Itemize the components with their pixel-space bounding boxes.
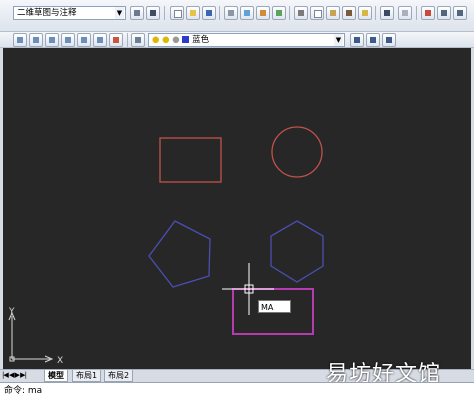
- layer-properties-icon[interactable]: [13, 33, 27, 47]
- layer-name: 蓝色: [192, 35, 210, 45]
- plot-preview-icon[interactable]: [240, 6, 254, 20]
- zoom-realtime-icon[interactable]: [437, 6, 451, 20]
- cut-icon[interactable]: [294, 6, 308, 20]
- tab-nav-buttons[interactable]: |◀ ◀ ▶ ▶|: [2, 371, 27, 379]
- canvas-drawing: Y X: [8, 126, 324, 366]
- tab-layout2-label: 布局2: [108, 371, 130, 380]
- toolbar-divider: [219, 6, 220, 20]
- match-properties-icon[interactable]: [342, 6, 356, 20]
- tab-model[interactable]: 模型: [44, 370, 68, 382]
- layer-isolate-icon[interactable]: [61, 33, 75, 47]
- layers-toolbar: ● ● ● 蓝色 ▼: [0, 32, 474, 48]
- undo-icon[interactable]: [380, 6, 394, 20]
- dynamic-input-box[interactable]: MA: [258, 300, 291, 313]
- workspace-settings-icon[interactable]: [130, 6, 144, 20]
- publish-icon[interactable]: [256, 6, 270, 20]
- layer-manager-icon[interactable]: [131, 33, 145, 47]
- layer-match-icon[interactable]: [366, 33, 380, 47]
- drawing-canvas[interactable]: Y X: [3, 48, 471, 369]
- new-file-icon[interactable]: [170, 6, 184, 20]
- chevron-down-icon: ▼: [334, 34, 343, 46]
- paste-icon[interactable]: [326, 6, 340, 20]
- rectangle-shape[interactable]: [159, 137, 222, 183]
- toolbar-divider: [127, 33, 128, 47]
- layer-walk-icon[interactable]: [77, 33, 91, 47]
- command-line[interactable]: 命令: ma: [0, 382, 474, 401]
- toolbar-divider: [164, 6, 165, 20]
- tab-layout1[interactable]: 布局1: [72, 370, 102, 382]
- zoom-window-icon[interactable]: [453, 6, 467, 20]
- tab-model-label: 模型: [48, 371, 64, 380]
- pan-icon[interactable]: [421, 6, 435, 20]
- tab-layout1-label: 布局1: [76, 371, 98, 380]
- redo-icon[interactable]: [398, 6, 412, 20]
- chevron-down-icon: ▼: [115, 7, 124, 19]
- save-icon[interactable]: [202, 6, 216, 20]
- 3d-dwf-icon[interactable]: [272, 6, 286, 20]
- hexagon-shape[interactable]: [270, 220, 324, 283]
- sun-icon: ●: [162, 35, 170, 45]
- layer-lock-state-icon: ●: [172, 35, 180, 45]
- dynamic-input-text: MA: [261, 303, 274, 312]
- layer-undo-icon[interactable]: [382, 33, 396, 47]
- ucs-y-label: Y: [8, 307, 15, 317]
- block-editor-icon[interactable]: [358, 6, 372, 20]
- open-file-icon[interactable]: [186, 6, 200, 20]
- layer-states-icon[interactable]: [29, 33, 43, 47]
- toolbar-divider: [416, 6, 417, 20]
- tab-layout2[interactable]: 布局2: [104, 370, 134, 382]
- lightbulb-icon: ●: [152, 35, 160, 45]
- pentagon-shape[interactable]: [148, 220, 211, 288]
- copy-icon[interactable]: [310, 6, 324, 20]
- print-icon[interactable]: [224, 6, 238, 20]
- layer-lock-icon[interactable]: [109, 33, 123, 47]
- workspace-dropdown[interactable]: 二维草图与注释 ▼: [13, 6, 126, 20]
- layer-dropdown[interactable]: ● ● ● 蓝色 ▼: [148, 33, 345, 47]
- layer-freeze-icon[interactable]: [93, 33, 107, 47]
- ucs-icon: [8, 311, 54, 363]
- standard-toolbar: 二维草图与注释 ▼: [0, 0, 474, 32]
- command-text: 命令: ma: [4, 386, 43, 396]
- layer-previous-icon[interactable]: [45, 33, 59, 47]
- workspace-label: 二维草图与注释: [17, 8, 77, 18]
- make-current-icon[interactable]: [350, 33, 364, 47]
- circle-shape[interactable]: [271, 126, 323, 178]
- layer-color-swatch: [182, 36, 190, 43]
- ucs-x-label: X: [57, 356, 63, 366]
- workspace-icon[interactable]: [146, 6, 160, 20]
- toolbar-divider: [289, 6, 290, 20]
- toolbar-divider: [375, 6, 376, 20]
